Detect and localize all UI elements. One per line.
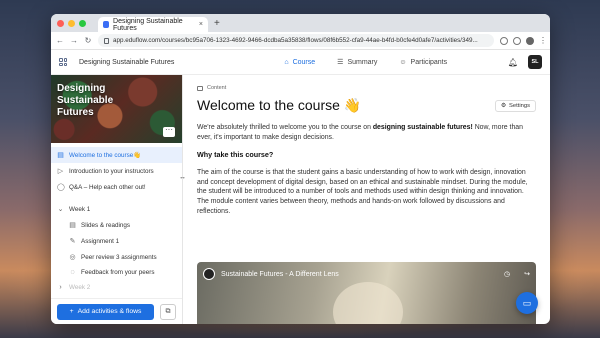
sidebar-item-introduction[interactable]: ▷ Introduction to your instructors [51, 163, 182, 179]
sidebar-item-peer-review[interactable]: ◎ Peer review 3 assignments [51, 249, 182, 265]
copy-icon[interactable]: ⧉ [160, 303, 176, 320]
back-icon[interactable]: ← [56, 36, 64, 45]
course-sidebar: Designing Sustainable Futures ··· ▤ Welc… [51, 75, 183, 324]
video-actions: ◷ ↪ [504, 270, 530, 278]
settings-label: Settings [509, 102, 530, 109]
tab-participants[interactable]: ☺ Participants [399, 58, 447, 66]
minimize-window-button[interactable] [68, 19, 75, 27]
gear-icon: ⚙ [500, 102, 507, 109]
tab-course[interactable]: ⌂ Course [284, 58, 315, 66]
sidebar-item-label: Introduction to your instructors [69, 167, 154, 175]
content-icon [197, 85, 203, 91]
browser-tab-title: Designing Sustainable Futures [113, 17, 183, 32]
review-icon: ◎ [69, 254, 76, 261]
plus-icon: + [69, 308, 74, 315]
browser-toolbar-icons: ⋮ [500, 36, 547, 45]
add-activities-button[interactable]: + Add activities & flows [57, 303, 154, 320]
sidebar-item-qa[interactable]: ◯ Q&A – Help each other out! [51, 179, 182, 195]
maximize-window-button[interactable] [79, 19, 86, 27]
sidebar-item-label: Feedback from your peers [81, 269, 155, 276]
course-nav-tabs: ⌂ Course ☰ Summary ☺ Participants [284, 58, 447, 67]
new-tab-button[interactable]: + [214, 18, 220, 29]
profile-avatar-icon[interactable] [526, 36, 534, 45]
chevron-right-icon: › [59, 284, 62, 291]
favicon-icon [103, 21, 110, 28]
participants-icon: ☺ [399, 58, 407, 66]
sidebar-item-feedback[interactable]: ◌ Feedback from your peers [51, 265, 182, 280]
play-icon: ▷ [57, 168, 64, 175]
extension-icon[interactable] [513, 36, 521, 45]
browser-menu-icon[interactable]: ⋮ [539, 36, 547, 45]
window-controls [57, 19, 86, 27]
course-options-button[interactable]: ··· [163, 126, 175, 137]
page-title: Welcome to the course 👋 [197, 97, 362, 113]
close-tab-icon[interactable]: × [199, 21, 203, 28]
address-bar-row: ← → ↻ app.eduflow.com/courses/bc95a706-1… [51, 32, 550, 50]
course-hero-image: Designing Sustainable Futures ··· [51, 75, 182, 143]
bookmark-star-icon[interactable] [500, 36, 508, 45]
lock-icon [104, 37, 109, 44]
sidebar-item-label: Week 2 [69, 284, 91, 291]
browser-window: Designing Sustainable Futures × + ← → ↻ … [51, 14, 550, 324]
forward-icon[interactable]: → [70, 36, 78, 45]
video-thumbnail [332, 282, 403, 324]
home-icon: ⌂ [284, 58, 289, 66]
section-heading: Why take this course? [197, 150, 274, 160]
feedback-icon: ◌ [70, 269, 75, 276]
intro-text-start: We're absolutely thrilled to welcome you… [197, 124, 373, 131]
body-paragraph: The aim of the course is that the studen… [197, 169, 528, 215]
apps-grid-icon[interactable] [59, 58, 67, 66]
browser-tab[interactable]: Designing Sustainable Futures × [98, 17, 208, 32]
sidebar-item-label: Week 1 [69, 205, 91, 213]
share-icon[interactable]: ↪ [524, 270, 530, 278]
add-activities-label: Add activities & flows [77, 308, 142, 315]
settings-button[interactable]: ⚙ Settings [494, 99, 536, 112]
video-player[interactable]: Sustainable Futures - A Different Lens ◷… [197, 262, 536, 324]
activity-content: Content Welcome to the course 👋 ⚙ Settin… [183, 75, 550, 324]
intro-paragraph: We're absolutely thrilled to welcome you… [197, 123, 536, 142]
content-icon: ▤ [69, 222, 76, 229]
tab-participants-label: Participants [410, 58, 448, 66]
sidebar-item-label: Slides & readings [81, 221, 131, 229]
content-type-label: Content [197, 85, 536, 91]
content-area: Designing Sustainable Futures ··· ▤ Welc… [51, 75, 550, 324]
url-field[interactable]: app.eduflow.com/courses/bc95a706-1323-46… [98, 34, 494, 47]
sidebar-flow-week-2[interactable]: › Week 2 [51, 280, 182, 295]
sidebar-item-slides[interactable]: ▤ Slides & readings [51, 217, 182, 233]
channel-logo-icon [203, 268, 215, 280]
browser-tabbar: Designing Sustainable Futures × + [51, 14, 550, 32]
sidebar-item-label: Welcome to the course👋 [69, 152, 142, 159]
app-header: Designing Sustainable Futures ⌂ Course ☰… [51, 50, 550, 75]
title-row: Welcome to the course 👋 ⚙ Settings [197, 97, 536, 114]
chevron-down-icon: ⌄ [57, 206, 64, 213]
content-type-text: Content [207, 85, 227, 91]
notifications-bell-icon[interactable]: 🔔︎ [508, 58, 518, 67]
user-avatar[interactable]: SL [528, 55, 542, 69]
video-header: Sustainable Futures - A Different Lens ◷… [203, 268, 530, 280]
reload-icon[interactable]: ↻ [84, 36, 92, 45]
summary-icon: ☰ [337, 59, 344, 66]
sidebar-item-welcome[interactable]: ▤ Welcome to the course👋 [51, 147, 182, 163]
content-icon: ▤ [57, 152, 64, 159]
watch-later-icon[interactable]: ◷ [504, 270, 510, 278]
chat-icon: ◯ [57, 184, 65, 191]
video-title: Sustainable Futures - A Different Lens [221, 270, 339, 278]
sidebar-item-label: Q&A – Help each other out! [69, 183, 146, 191]
edit-icon: ✎ [69, 238, 76, 245]
intro-bold-text: designing sustainable futures! [372, 124, 473, 131]
tab-summary-label: Summary [347, 58, 378, 66]
course-title: Designing Sustainable Futures [79, 58, 175, 66]
close-window-button[interactable] [57, 19, 64, 27]
tab-summary[interactable]: ☰ Summary [337, 58, 378, 67]
url-text: app.eduflow.com/courses/bc95a706-1323-46… [113, 37, 478, 44]
sidebar-course-title: Designing Sustainable Futures [57, 83, 114, 118]
sidebar-item-label: Assignment 1 [81, 237, 120, 245]
sidebar-flow-week-1[interactable]: ⌄ Week 1 [51, 201, 182, 217]
sidebar-footer: + Add activities & flows ⧉ [51, 298, 182, 324]
chat-support-icon[interactable]: ▭ [516, 292, 538, 314]
sidebar-item-assignment-1[interactable]: ✎ Assignment 1 [51, 233, 182, 249]
activity-list: ▤ Welcome to the course👋 ▷ Introduction … [51, 143, 182, 295]
tab-course-label: Course [292, 58, 316, 66]
sidebar-item-label: Peer review 3 assignments [81, 253, 157, 261]
